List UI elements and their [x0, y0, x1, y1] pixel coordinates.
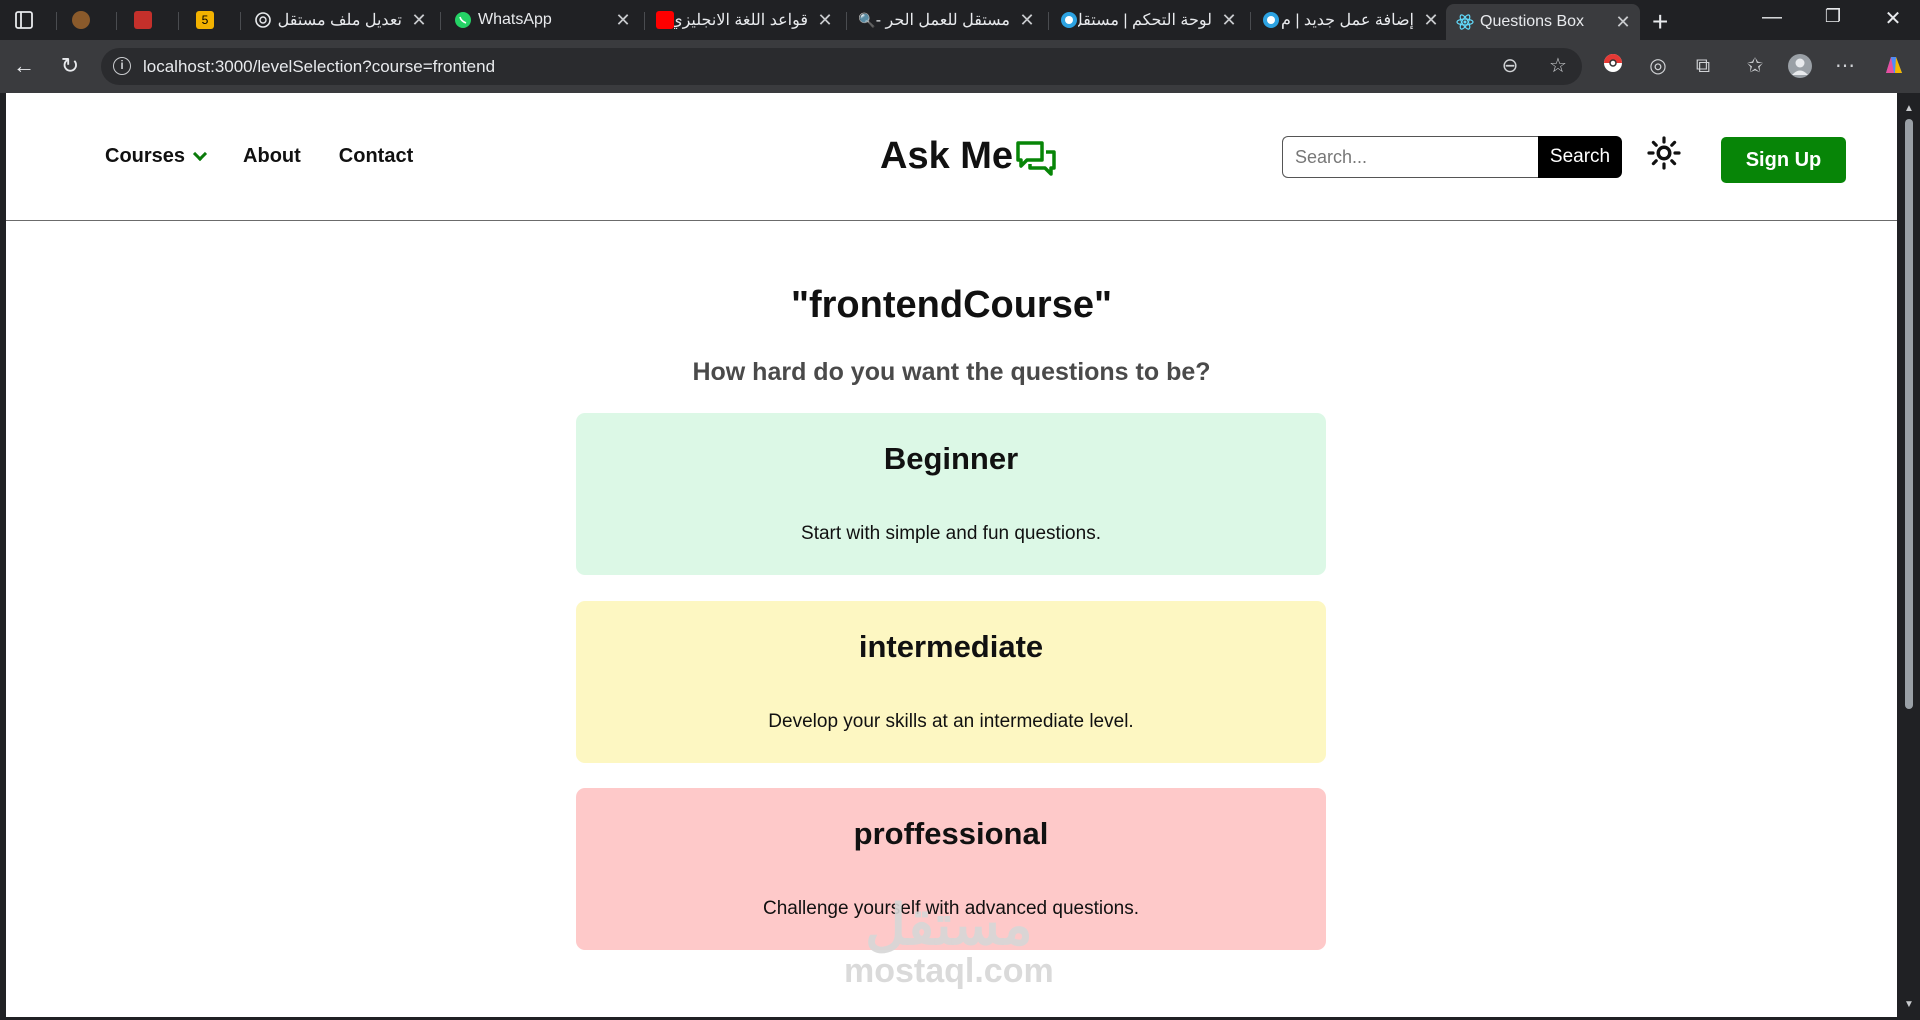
- browser-tab-active[interactable]: Questions Box ✕: [1446, 4, 1640, 40]
- sign-up-button[interactable]: Sign Up: [1721, 137, 1846, 183]
- more-options-icon[interactable]: ⋯: [1832, 53, 1858, 79]
- tab-title: لوحة التحكم | مستقل: [1078, 12, 1212, 29]
- mostaql-watermark: مستقل mostaql.com: [844, 893, 1054, 990]
- site-info-icon[interactable]: i: [113, 57, 131, 75]
- reader-mode-icon[interactable]: ⊖: [1497, 53, 1523, 79]
- level-description: Develop your skills at an intermediate l…: [768, 711, 1134, 732]
- react-icon: [1456, 14, 1474, 30]
- browser-toolbar: ← ↻ i localhost:3000/levelSelection?cour…: [0, 40, 1920, 93]
- url-text[interactable]: localhost:3000/levelSelection?course=fro…: [143, 57, 495, 77]
- search-input[interactable]: [1282, 136, 1538, 178]
- youtube-icon: [134, 11, 152, 29]
- tab-title: تعديل ملف مستقل: [277, 12, 402, 29]
- openai-icon: [255, 12, 271, 28]
- nav-contact-link[interactable]: Contact: [339, 145, 413, 168]
- target-extension-icon[interactable]: ◎: [1645, 53, 1671, 79]
- extensions-puzzle-icon[interactable]: ⧉: [1690, 53, 1716, 79]
- site-header: Courses About Contact Ask Me Search... S…: [6, 93, 1897, 221]
- reload-icon[interactable]: ↻: [56, 52, 84, 80]
- browser-tab[interactable]: لوحة التحكم | مستقل ✕: [1050, 4, 1246, 36]
- level-description: Start with simple and fun questions.: [801, 523, 1101, 544]
- watermark-latin: mostaql.com: [844, 952, 1054, 990]
- nav-courses-label: Courses: [105, 145, 186, 167]
- close-window-icon[interactable]: ✕: [1878, 6, 1908, 31]
- mostaql-icon: [1061, 12, 1077, 28]
- close-tab-icon[interactable]: ✕: [1420, 10, 1442, 31]
- page-viewport: Courses About Contact Ask Me Search... S…: [6, 93, 1897, 1017]
- browser-tab[interactable]: 🔍 مستقل للعمل الحر - ✕: [848, 4, 1044, 36]
- number-5-icon: 5: [196, 11, 214, 29]
- tab-title: إضافة عمل جديد | م: [1280, 12, 1414, 29]
- nav-courses-dropdown[interactable]: Courses: [105, 145, 208, 168]
- browser-tab[interactable]: [62, 4, 112, 36]
- main-nav: Courses About Contact: [105, 145, 413, 168]
- watermark-arabic: مستقل: [865, 893, 1033, 956]
- course-title: "frontendCourse": [790, 284, 1113, 326]
- restore-icon[interactable]: ❐: [1818, 6, 1848, 27]
- search-form: Search: [1282, 136, 1622, 178]
- browser-tab[interactable]: تعديل ملف مستقل ✕: [244, 4, 436, 36]
- browser-tab[interactable]: 5: [186, 4, 236, 36]
- browser-tab[interactable]: [124, 4, 174, 36]
- copilot-icon[interactable]: [1881, 53, 1907, 79]
- level-card-intermediate[interactable]: intermediate Develop your skills at an i…: [576, 601, 1326, 763]
- level-name: intermediate: [858, 629, 1044, 664]
- close-tab-icon[interactable]: ✕: [408, 10, 430, 31]
- close-tab-icon[interactable]: ✕: [814, 10, 836, 31]
- chat-bubbles-icon: [1016, 140, 1056, 176]
- close-tab-icon[interactable]: ✕: [1218, 10, 1240, 31]
- scroll-thumb[interactable]: [1905, 119, 1913, 709]
- page-scrollbar[interactable]: ▲ ▼: [1898, 93, 1920, 1020]
- level-name: Beginner: [883, 441, 1019, 476]
- minimize-icon[interactable]: —: [1757, 6, 1787, 29]
- sun-icon[interactable]: [1647, 136, 1681, 170]
- site-logo[interactable]: Ask Me: [880, 135, 1057, 178]
- profile-avatar-icon[interactable]: [1787, 53, 1813, 79]
- youtube-icon: [656, 11, 674, 29]
- tab-actions-icon[interactable]: [10, 8, 38, 32]
- close-tab-icon[interactable]: ✕: [612, 10, 634, 31]
- whatsapp-icon: [455, 12, 471, 28]
- cocoa-icon: [72, 11, 90, 29]
- difficulty-question: How hard do you want the questions to be…: [692, 358, 1211, 386]
- back-icon[interactable]: ←: [10, 52, 38, 80]
- favorite-star-icon[interactable]: ☆: [1545, 53, 1571, 79]
- level-name: proffessional: [853, 816, 1049, 851]
- new-tab-icon[interactable]: +: [1652, 6, 1668, 38]
- browser-tab[interactable]: قواعد اللغة الانجليزي ✕: [646, 4, 842, 36]
- tab-title: مستقل للعمل الحر -: [876, 12, 1010, 29]
- mostaql-icon: [1263, 12, 1279, 28]
- tab-title: Questions Box: [1480, 13, 1585, 30]
- pokeball-extension-icon[interactable]: [1600, 53, 1626, 79]
- level-card-beginner[interactable]: Beginner Start with simple and fun quest…: [576, 413, 1326, 575]
- favorites-icon[interactable]: ✩: [1742, 53, 1768, 79]
- search-icon: 🔍: [858, 12, 876, 28]
- browser-tab[interactable]: WhatsApp ✕: [444, 4, 640, 36]
- chevron-down-icon: [192, 146, 208, 161]
- browser-tab[interactable]: إضافة عمل جديد | م ✕: [1252, 4, 1448, 36]
- logo-text: Ask Me: [880, 135, 1014, 177]
- tab-title: WhatsApp: [478, 11, 552, 28]
- browser-tab-strip: 5 تعديل ملف مستقل ✕ WhatsApp ✕ قواعد الل…: [0, 0, 1920, 40]
- tab-title: قواعد اللغة الانجليزي: [674, 12, 808, 29]
- scroll-down-icon[interactable]: ▼: [1904, 999, 1914, 1010]
- close-tab-icon[interactable]: ✕: [1016, 10, 1038, 31]
- nav-about-link[interactable]: About: [243, 145, 301, 168]
- search-button[interactable]: Search: [1538, 136, 1622, 178]
- address-bar[interactable]: i localhost:3000/levelSelection?course=f…: [101, 48, 1582, 85]
- scroll-up-icon[interactable]: ▲: [1904, 103, 1914, 114]
- close-tab-icon[interactable]: ✕: [1612, 12, 1634, 33]
